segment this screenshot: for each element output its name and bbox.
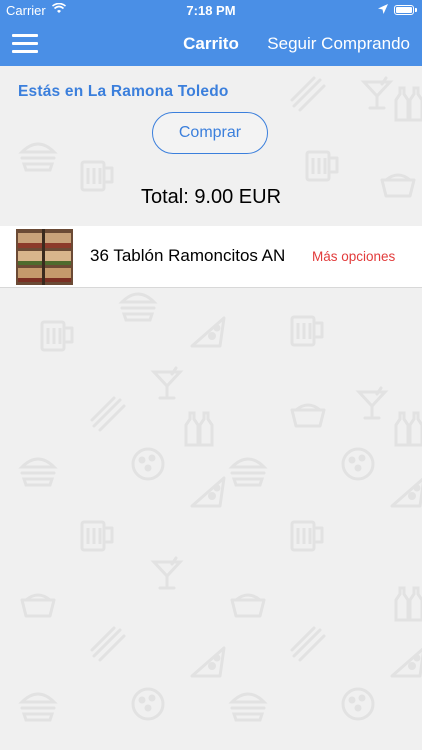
buy-button[interactable]: Comprar — [152, 112, 268, 154]
cart-total: Total: 9.00 EUR — [140, 186, 282, 208]
product-thumbnail — [16, 229, 73, 285]
battery-icon — [394, 5, 417, 15]
food-pattern-background — [20, 76, 422, 722]
status-bar: Carrier 7:18 PM — [0, 0, 422, 22]
more-options-button[interactable]: Más opciones — [312, 249, 395, 264]
navigation-bar: Carrito Seguir Comprando — [0, 22, 422, 66]
store-label: Estás en La Ramona Toledo — [18, 83, 229, 100]
cart-item-row[interactable]: 36 Tablón Ramoncitos ANDALUZ Más opcione… — [0, 226, 422, 288]
status-time: 7:18 PM — [186, 3, 236, 18]
continue-shopping-button[interactable]: Seguir Comprando — [267, 34, 410, 54]
location-arrow-icon — [378, 4, 388, 14]
cart-item-name: 36 Tablón Ramoncitos ANDALUZ — [90, 246, 286, 265]
